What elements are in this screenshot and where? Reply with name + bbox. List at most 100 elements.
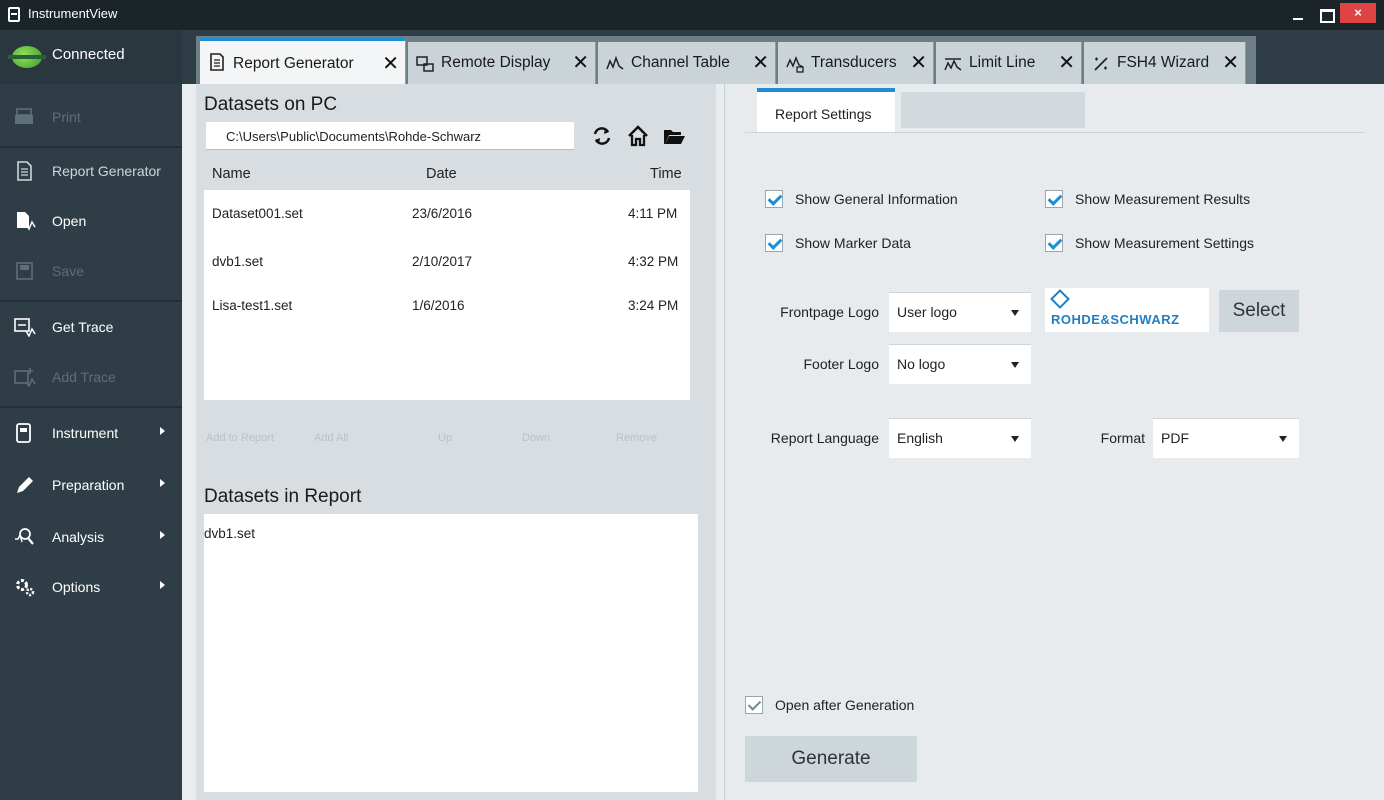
report-icon [14,161,36,181]
close-tab-icon[interactable]: ✕ [382,41,399,87]
close-tab-icon[interactable]: ✕ [1222,42,1239,84]
connection-label: Connected [52,46,125,63]
tab-fsh4-wizard[interactable]: FSH4 Wizard ✕ [1084,42,1246,84]
list-item[interactable]: dvb1.set [204,526,255,541]
move-down-button[interactable]: Down [522,432,550,444]
close-tab-icon[interactable]: ✕ [752,42,769,84]
tab-preview[interactable] [901,92,1085,128]
title-bar: InstrumentView × [0,0,1384,30]
sidebar-item-label: Instrument [52,425,119,441]
submenu-arrow-icon [160,479,165,487]
dataset-name: Lisa-test1.set [212,298,293,313]
logo-preview: ROHDE&SCHWARZ [1045,288,1209,332]
logo-brand-text: ROHDE&SCHWARZ [1051,312,1180,327]
table-row[interactable]: Dataset001.set 23/6/2016 4:11 PM [204,200,690,230]
connection-status[interactable]: Connected [0,30,182,84]
sidebar-item-instrument[interactable]: Instrument [0,408,182,458]
close-window-button[interactable]: × [1340,3,1376,23]
dataset-date: 23/6/2016 [412,206,473,221]
checkbox-box[interactable] [765,190,783,208]
dataset-date: 2/10/2017 [412,254,473,269]
tab-label: Channel Table [631,54,730,71]
refresh-icon[interactable] [590,124,614,148]
column-header-date[interactable]: Date [426,166,457,182]
report-language-select[interactable]: English [889,418,1031,458]
minimize-button[interactable] [1288,4,1308,24]
document-tabs: Report Generator ✕ Remote Display ✕ Chan… [196,36,1256,84]
rohde-schwarz-logo-icon [1050,289,1070,309]
tab-label: Remote Display [441,54,551,71]
sidebar-item-label: Options [52,579,101,595]
select-value: English [897,430,943,446]
submenu-arrow-icon [160,531,165,539]
footer-logo-select[interactable]: No logo [889,344,1031,384]
instrument-icon [14,423,36,443]
sidebar-item-report-generator[interactable]: Report Generator [0,146,182,196]
checkbox-box[interactable] [1045,190,1063,208]
sidebar-item-print[interactable]: Print [0,92,182,142]
frontpage-logo-select[interactable]: User logo [889,292,1031,332]
close-tab-icon[interactable]: ✕ [910,42,927,84]
dataset-date: 1/6/2016 [412,298,465,313]
dataset-path-field[interactable]: C:\Users\Public\Documents\Rohde-Schwarz [206,122,574,150]
add-all-button[interactable]: Add All [314,432,348,444]
remote-display-icon [416,55,434,73]
sidebar-item-label: Analysis [52,529,105,545]
format-select[interactable]: PDF [1153,418,1299,458]
tab-strip: Connected Report Generator ✕ Remote Disp… [0,30,1384,84]
format-label: Format [1100,430,1145,446]
remove-button[interactable]: Remove [616,432,657,444]
select-value: User logo [897,304,957,320]
tab-channel-table[interactable]: Channel Table ✕ [598,42,776,84]
tab-label: Transducers [811,54,897,71]
sidebar-item-analysis[interactable]: Analysis [0,512,182,562]
add-to-report-button[interactable]: Add to Report [206,432,274,444]
tab-transducers[interactable]: Transducers ✕ [778,42,934,84]
checkbox-box[interactable] [1045,234,1063,252]
checkbox-label: Show Measurement Settings [1075,235,1254,251]
sidebar-item-label: Print [52,109,81,125]
select-value: No logo [897,356,946,372]
checkbox-box[interactable] [745,696,763,714]
sidebar-item-open[interactable]: Open [0,196,182,246]
save-icon [14,261,36,281]
dropdown-arrow-icon [1011,436,1019,442]
column-header-name[interactable]: Name [212,166,251,182]
sidebar-item-preparation[interactable]: Preparation [0,460,182,510]
print-icon [14,107,36,127]
table-row[interactable]: dvb1.set 2/10/2017 4:32 PM [204,248,690,278]
select-logo-button[interactable]: Select [1219,290,1299,332]
close-tab-icon[interactable]: ✕ [572,42,589,84]
tab-report-generator[interactable]: Report Generator ✕ [200,38,406,84]
generate-button[interactable]: Generate [745,736,917,782]
sidebar-item-label: Save [52,263,84,279]
submenu-arrow-icon [160,581,165,589]
move-up-button[interactable]: Up [438,432,452,444]
dataset-time: 4:32 PM [628,254,679,269]
sidebar-item-save[interactable]: Save [0,246,182,296]
home-icon[interactable] [626,124,650,148]
column-header-time[interactable]: Time [650,166,682,182]
sidebar-item-get-trace[interactable]: Get Trace [0,302,182,352]
open-icon [14,211,36,231]
table-header: Name Date Time [204,158,690,190]
sidebar-item-label: Get Trace [52,319,114,335]
dropdown-arrow-icon [1011,310,1019,316]
table-row[interactable]: Lisa-test1.set 1/6/2016 3:24 PM [204,292,690,322]
tab-divider [745,132,1365,133]
close-tab-icon[interactable]: ✕ [1058,42,1075,84]
checkbox-box[interactable] [765,234,783,252]
report-settings-panel: Report Settings Show General Information… [724,84,1384,800]
dataset-name: dvb1.set [212,254,264,269]
tab-limit-line[interactable]: Limit Line ✕ [936,42,1082,84]
sidebar-item-options[interactable]: Options [0,562,182,612]
tab-remote-display[interactable]: Remote Display ✕ [408,42,596,84]
dropdown-arrow-icon [1011,362,1019,368]
datasets-in-report-heading: Datasets in Report [204,486,362,507]
maximize-button[interactable] [1316,4,1336,24]
sidebar-item-add-trace[interactable]: Add Trace [0,352,182,402]
tab-report-settings[interactable]: Report Settings [757,88,895,132]
folder-open-icon[interactable] [662,124,686,148]
sidebar: Print Report Generator Open Save Get Tra… [0,84,182,800]
tab-label: FSH4 Wizard [1117,54,1210,71]
